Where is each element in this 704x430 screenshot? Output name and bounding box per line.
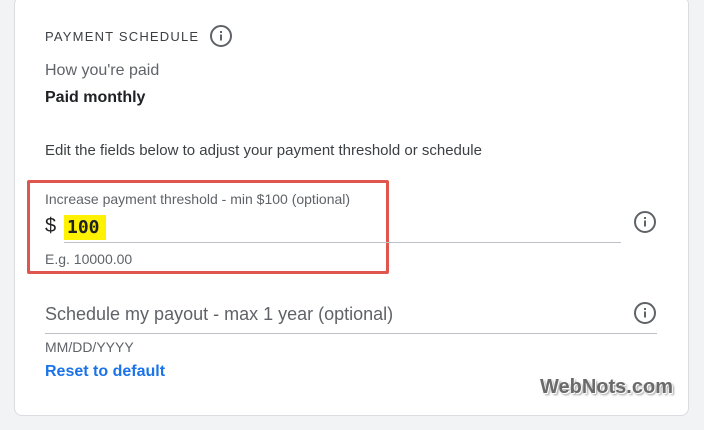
section-title: PAYMENT SCHEDULE (45, 29, 200, 44)
payout-input-underline (45, 333, 657, 334)
watermark: WebNots.com (540, 376, 673, 398)
threshold-info-icon[interactable] (634, 211, 656, 233)
threshold-input[interactable]: 100 (64, 215, 106, 240)
instructions-text: Edit the fields below to adjust your pay… (45, 142, 482, 159)
payout-hint: MM/DD/YYYY (45, 339, 134, 355)
threshold-hint: E.g. 10000.00 (45, 251, 133, 267)
threshold-label: Increase payment threshold - min $100 (o… (45, 191, 351, 207)
payout-date-input[interactable]: Schedule my payout - max 1 year (optiona… (45, 304, 393, 325)
reset-to-default-link[interactable]: Reset to default (45, 363, 165, 381)
payout-info-icon[interactable] (634, 302, 656, 324)
info-icon[interactable] (210, 25, 232, 47)
currency-symbol: $ (45, 215, 57, 237)
threshold-input-underline (64, 242, 621, 243)
how-paid-label: How you're paid (45, 62, 160, 79)
how-paid-value: Paid monthly (45, 89, 146, 106)
